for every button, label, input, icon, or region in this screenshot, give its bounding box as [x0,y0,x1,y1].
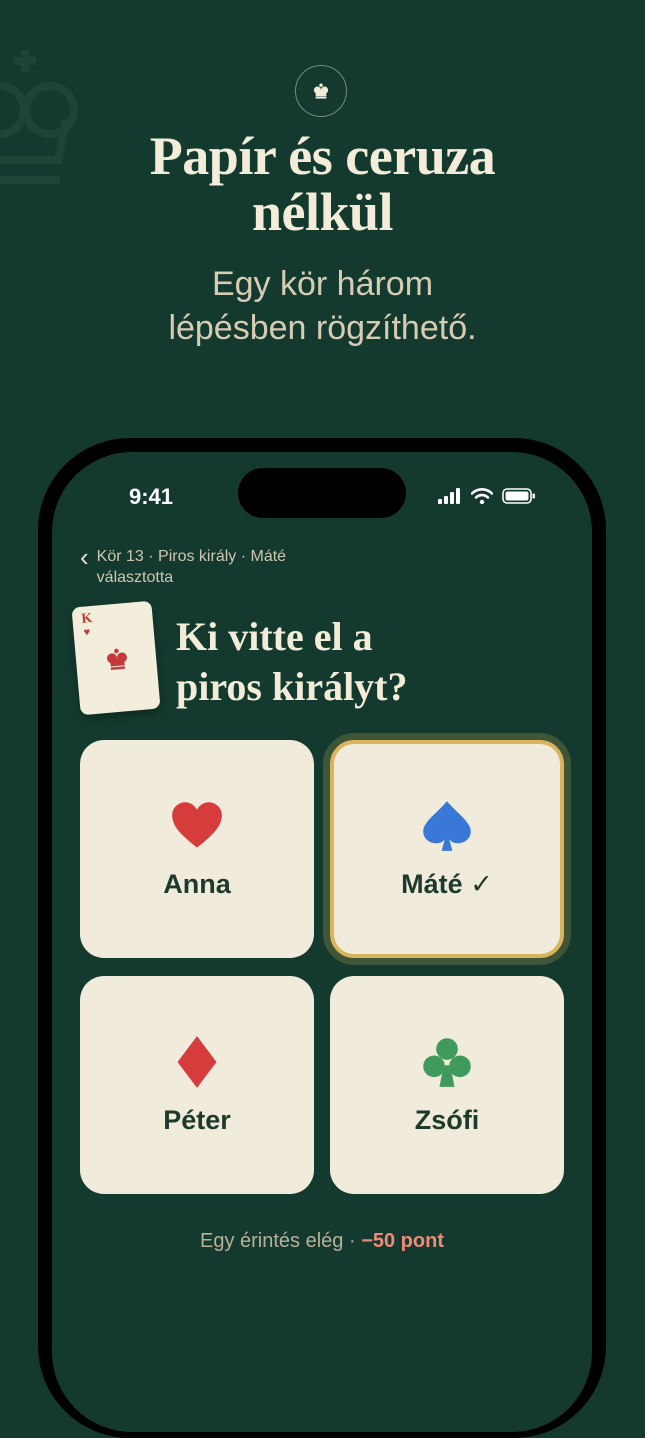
player-name: Máté ✓ [401,868,493,899]
signal-icon [438,488,460,504]
diamond-icon [177,1035,217,1088]
hint-text: Egy érintés elég · −50 pont [52,1230,592,1253]
king-card: K ♥ [71,600,161,716]
wifi-icon [471,488,493,504]
crown-icon [313,83,329,99]
card-suit: ♥ [83,626,91,639]
hero-title: Papír és ceruza nélkül [0,128,645,240]
chevron-left-icon: ‹ [80,542,89,572]
player-tile-zsofi[interactable]: Zsófi [330,976,564,1194]
spade-icon [423,800,471,851]
status-icons [438,488,536,504]
club-icon [423,1037,471,1087]
hero-title-line1: Papír és ceruza [149,126,496,186]
dynamic-island [238,468,406,518]
crown-badge [295,65,347,117]
player-tile-peter[interactable]: Péter [80,976,314,1194]
hint-label: Egy érintés elég · [200,1230,362,1252]
player-tile-anna[interactable]: Anna [80,740,314,958]
points-value: −50 pont [361,1230,444,1252]
hero-subtitle: Egy kör három lépésben rögzíthető. [0,262,645,350]
battery-icon [502,488,535,504]
hero-title-line2: nélkül [251,182,394,242]
back-button[interactable]: ‹ Kör 13 · Piros király · Máté választot… [80,542,357,588]
king-crown-icon [107,648,127,670]
player-name: Zsófi [414,1104,480,1135]
hero-subtitle-line2: lépésben rögzíthető. [168,309,477,347]
question-title: Ki vitte el a piros királyt? [176,612,496,712]
breadcrumb: Kör 13 · Piros király · Máté választotta [96,548,287,586]
question-line2: piros királyt? [176,664,408,709]
player-name: Anna [163,868,231,899]
question-line1: Ki vitte el a [176,614,373,659]
heart-icon [172,801,222,848]
player-tile-mate[interactable]: Máté ✓ [330,740,564,958]
phone-screen: 9:41 ‹ Kör 13 · Piros király · Máté vála [52,452,592,1432]
player-name: Péter [163,1104,231,1135]
phone-frame: 9:41 ‹ Kör 13 · Piros király · Máté vála [38,438,606,1438]
status-time: 9:41 [129,484,174,509]
card-rank: K [80,610,94,627]
hero-subtitle-line1: Egy kör három [211,265,434,303]
